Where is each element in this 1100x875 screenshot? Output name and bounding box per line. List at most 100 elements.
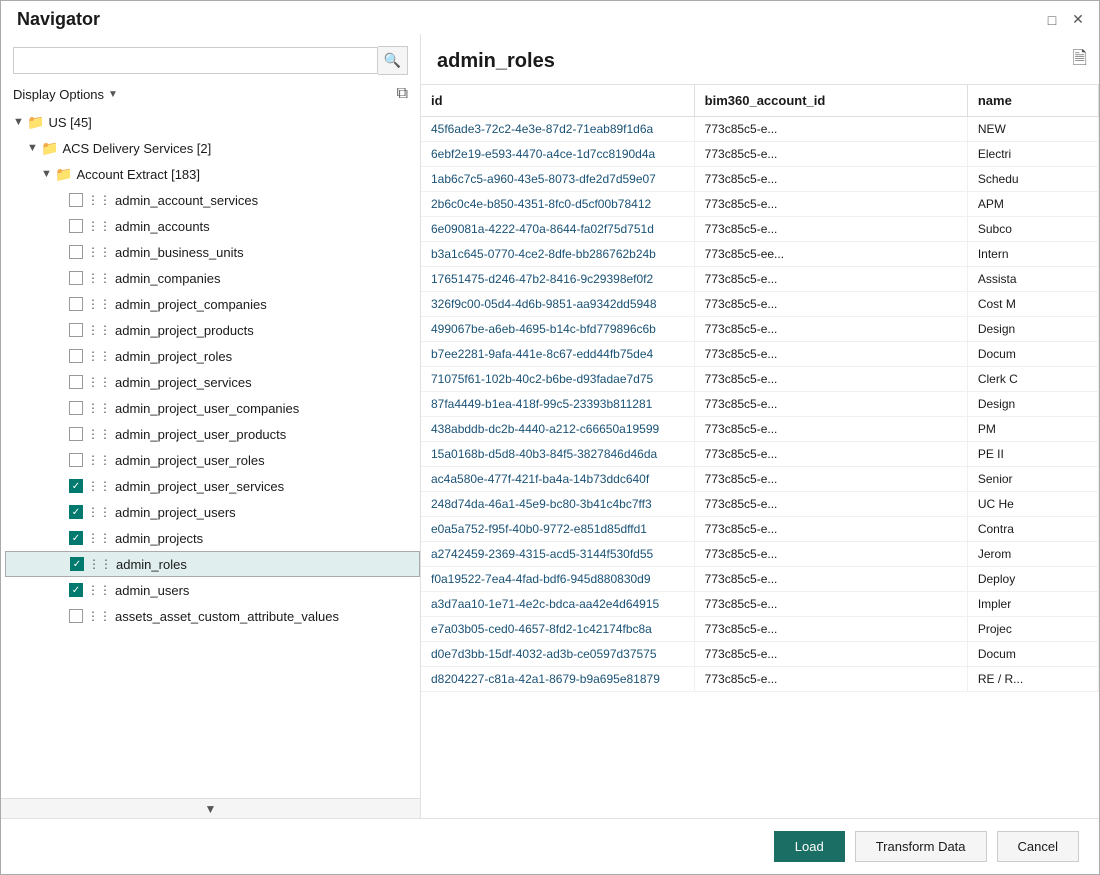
list-item[interactable]: ⋮⋮ admin_project_user_roles <box>5 447 420 473</box>
checkbox-admin-users[interactable]: ✓ <box>69 583 83 597</box>
table-icon: ⋮⋮ <box>87 219 111 233</box>
table-icon: ⋮⋮ <box>87 505 111 519</box>
table-icon: ⋮⋮ <box>87 583 111 597</box>
cell-name: UC He <box>967 492 1098 517</box>
checkbox-admin-accounts[interactable] <box>69 219 83 233</box>
table-row: a3d7aa10-1e71-4e2c-bdca-aa42e4d64915 773… <box>421 592 1099 617</box>
item-label-admin-accounts: admin_accounts <box>115 219 210 234</box>
checkbox-admin-account-services[interactable] <box>69 193 83 207</box>
list-item[interactable]: ✓ ⋮⋮ admin_projects <box>5 525 420 551</box>
table-icon: ⋮⋮ <box>87 427 111 441</box>
chevron-down-icon: ▼ <box>108 89 118 100</box>
data-table-wrapper[interactable]: id bim360_account_id name 45f6ade3-72c2-… <box>421 84 1099 818</box>
cell-id: 6ebf2e19-e593-4470-a4ce-1d7cc8190d4a <box>421 142 694 167</box>
list-item[interactable]: ⋮⋮ admin_accounts <box>5 213 420 239</box>
checkbox-admin-roles[interactable]: ✓ <box>70 557 84 571</box>
list-item[interactable]: ⋮⋮ admin_account_services <box>5 187 420 213</box>
column-header-bim: bim360_account_id <box>694 85 967 117</box>
cell-bim: 773c85c5-e... <box>694 592 967 617</box>
left-panel: 🔍 Display Options ▼ ⧉ <box>1 34 421 818</box>
item-label-admin-roles: admin_roles <box>116 557 187 572</box>
minimize-button[interactable]: □ <box>1043 11 1061 29</box>
list-item[interactable]: ✓ ⋮⋮ admin_project_user_services <box>5 473 420 499</box>
cell-id: d0e7d3bb-15df-4032-ad3b-ce0597d37575 <box>421 642 694 667</box>
cell-name: Design <box>967 392 1098 417</box>
table-row: 45f6ade3-72c2-4e3e-87d2-71eab89f1d6a 773… <box>421 117 1099 142</box>
navigator-window: Navigator □ ✕ 🔍 Display Options ▼ ⧉ <box>0 0 1100 875</box>
checkbox-assets-asset-custom-attribute-values[interactable] <box>69 609 83 623</box>
tree-item-account-extract[interactable]: ▼ 📁 Account Extract [183] <box>5 161 420 187</box>
search-input[interactable] <box>13 47 378 74</box>
cell-name: APM <box>967 192 1098 217</box>
list-item-admin-roles[interactable]: ✓ ⋮⋮ admin_roles <box>5 551 420 577</box>
load-button[interactable]: Load <box>774 831 845 862</box>
checkbox-admin-project-users[interactable]: ✓ <box>69 505 83 519</box>
display-options-button[interactable]: Display Options ▼ <box>13 87 118 102</box>
cell-bim: 773c85c5-e... <box>694 217 967 242</box>
checkbox-admin-project-user-products[interactable] <box>69 427 83 441</box>
cell-name: Subco <box>967 217 1098 242</box>
checkbox-admin-projects[interactable]: ✓ <box>69 531 83 545</box>
scroll-down-button[interactable]: ▼ <box>1 798 420 818</box>
refresh-button[interactable]: 🗎 <box>1073 46 1087 76</box>
list-item[interactable]: ⋮⋮ admin_companies <box>5 265 420 291</box>
cell-bim: 773c85c5-e... <box>694 192 967 217</box>
list-item[interactable]: ⋮⋮ admin_project_companies <box>5 291 420 317</box>
cell-id: b3a1c645-0770-4ce2-8dfe-bb286762b24b <box>421 242 694 267</box>
table-row: 2b6c0c4e-b850-4351-8fc0-d5cf00b78412 773… <box>421 192 1099 217</box>
checkbox-admin-project-companies[interactable] <box>69 297 83 311</box>
checkbox-admin-project-user-roles[interactable] <box>69 453 83 467</box>
cell-bim: 773c85c5-e... <box>694 367 967 392</box>
table-row: b3a1c645-0770-4ce2-8dfe-bb286762b24b 773… <box>421 242 1099 267</box>
cell-id: 2b6c0c4e-b850-4351-8fc0-d5cf00b78412 <box>421 192 694 217</box>
list-item[interactable]: ⋮⋮ admin_business_units <box>5 239 420 265</box>
cell-bim: 773c85c5-e... <box>694 392 967 417</box>
cell-bim: 773c85c5-e... <box>694 567 967 592</box>
close-button[interactable]: ✕ <box>1069 11 1087 29</box>
item-label-assets-asset-custom: assets_asset_custom_attribute_values <box>115 609 339 624</box>
table-icon: ⋮⋮ <box>87 453 111 467</box>
checkbox-admin-business-units[interactable] <box>69 245 83 259</box>
list-item[interactable]: ✓ ⋮⋮ admin_users <box>5 577 420 603</box>
table-row: 438abddb-dc2b-4440-a212-c66650a19599 773… <box>421 417 1099 442</box>
cell-id: 15a0168b-d5d8-40b3-84f5-3827846d46da <box>421 442 694 467</box>
list-item[interactable]: ⋮⋮ assets_asset_custom_attribute_values <box>5 603 420 629</box>
checkbox-admin-project-products[interactable] <box>69 323 83 337</box>
collapse-arrow-extract: ▼ <box>41 168 55 180</box>
table-icon: ⋮⋮ <box>87 479 111 493</box>
cell-name: NEW <box>967 117 1098 142</box>
list-item[interactable]: ✓ ⋮⋮ admin_project_users <box>5 499 420 525</box>
checkbox-admin-project-services[interactable] <box>69 375 83 389</box>
cell-id: 6e09081a-4222-470a-8644-fa02f75d751d <box>421 217 694 242</box>
cell-name: PE II <box>967 442 1098 467</box>
table-row: 6e09081a-4222-470a-8644-fa02f75d751d 773… <box>421 217 1099 242</box>
right-header: admin_roles 🗎 <box>421 42 1099 84</box>
checkbox-admin-project-user-services[interactable]: ✓ <box>69 479 83 493</box>
window-title: Navigator <box>17 9 100 30</box>
cell-bim: 773c85c5-e... <box>694 417 967 442</box>
cell-bim: 773c85c5-e... <box>694 667 967 692</box>
cancel-button[interactable]: Cancel <box>997 831 1079 862</box>
checkbox-admin-companies[interactable] <box>69 271 83 285</box>
list-item[interactable]: ⋮⋮ admin_project_roles <box>5 343 420 369</box>
cell-name: Projec <box>967 617 1098 642</box>
cell-bim: 773c85c5-e... <box>694 617 967 642</box>
checkbox-admin-project-user-companies[interactable] <box>69 401 83 415</box>
table-row: a2742459-2369-4315-acd5-3144f530fd55 773… <box>421 542 1099 567</box>
transform-data-button[interactable]: Transform Data <box>855 831 987 862</box>
list-item[interactable]: ⋮⋮ admin_project_user_companies <box>5 395 420 421</box>
tree-item-acs[interactable]: ▼ 📁 ACS Delivery Services [2] <box>5 135 420 161</box>
folder-icon-acs: 📁 <box>41 140 58 157</box>
expand-icon-button[interactable]: ⧉ <box>397 85 408 103</box>
checkbox-admin-project-roles[interactable] <box>69 349 83 363</box>
cell-id: 326f9c00-05d4-4d6b-9851-aa9342dd5948 <box>421 292 694 317</box>
tree-container[interactable]: ▼ 📁 US [45] ▼ 📁 ACS Delivery Services [2… <box>1 109 420 798</box>
list-item[interactable]: ⋮⋮ admin_project_services <box>5 369 420 395</box>
cell-name: Impler <box>967 592 1098 617</box>
table-row: ac4a580e-477f-421f-ba4a-14b73ddc640f 773… <box>421 467 1099 492</box>
table-icon: ⋮⋮ <box>88 557 112 571</box>
tree-item-us[interactable]: ▼ 📁 US [45] <box>5 109 420 135</box>
list-item[interactable]: ⋮⋮ admin_project_user_products <box>5 421 420 447</box>
list-item[interactable]: ⋮⋮ admin_project_products <box>5 317 420 343</box>
cell-bim: 773c85c5-e... <box>694 642 967 667</box>
